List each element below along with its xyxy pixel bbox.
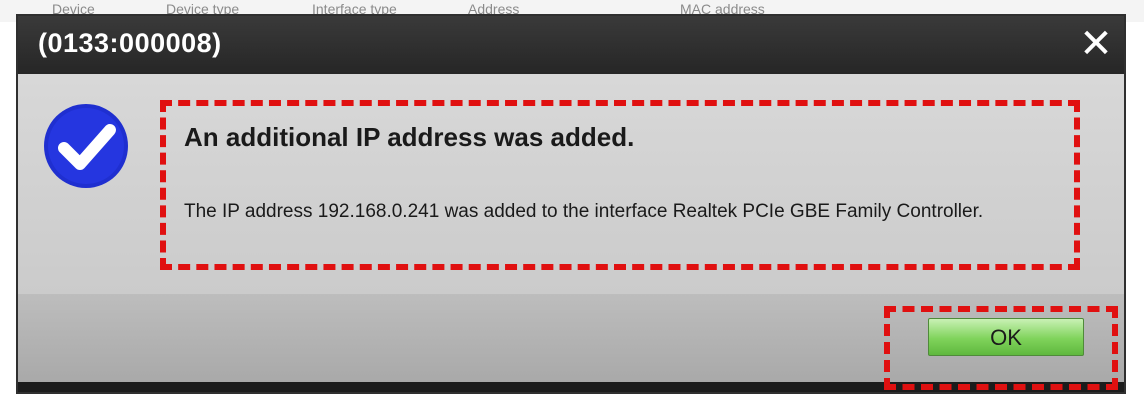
message-title: An additional IP address was added. (184, 122, 635, 152)
close-button[interactable]: ✕ (1076, 24, 1116, 66)
screenshot-page: Device Device type Interface type Addres… (0, 0, 1144, 394)
ok-button[interactable]: OK (928, 318, 1084, 356)
message-body: The IP address 192.168.0.241 was added t… (184, 201, 984, 222)
dialog-titlebar: (0133:000008) ✕ (18, 16, 1124, 74)
message-dialog: (0133:000008) ✕ An additional IP address… (16, 14, 1126, 394)
checkmark-icon (44, 104, 128, 188)
dialog-title: (0133:000008) (38, 28, 222, 58)
